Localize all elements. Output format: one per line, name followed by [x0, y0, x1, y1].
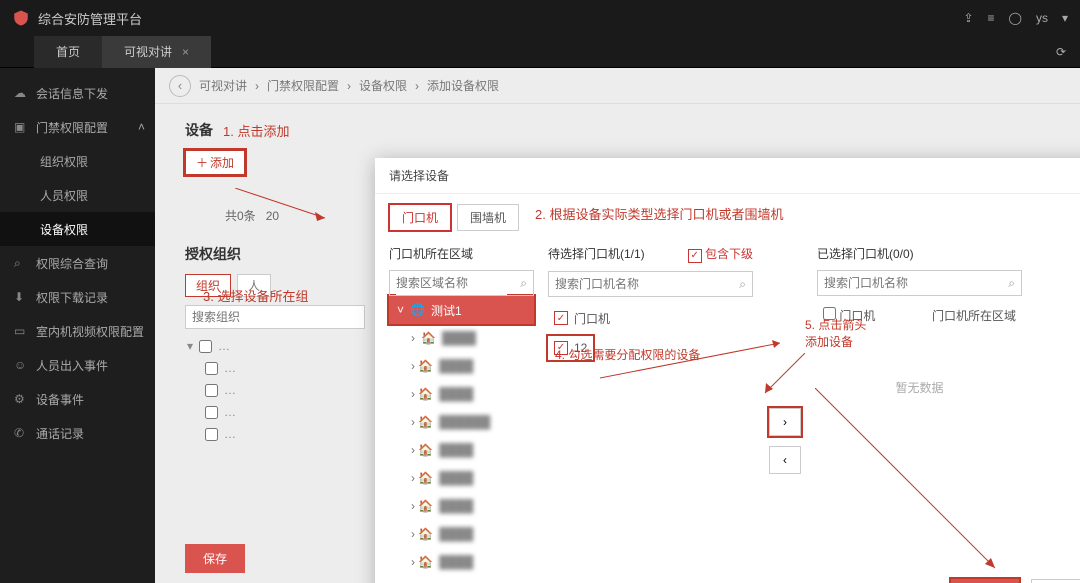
region-child[interactable]: › 🏠 ████: [389, 548, 534, 576]
device-tab-wall[interactable]: 围墙机: [457, 204, 519, 231]
dialog-save-button[interactable]: 保存: [951, 579, 1019, 583]
app-title: 综合安防管理平台: [38, 9, 142, 28]
pending-col-header: 门口机: [574, 310, 610, 327]
dialog-cancel-button[interactable]: 取消: [1031, 579, 1080, 583]
chevron-down-icon: ˅: [397, 303, 404, 317]
chevron-up-icon: ˄: [138, 120, 145, 134]
region-search-input[interactable]: [396, 271, 507, 295]
pending-search-input[interactable]: [555, 272, 717, 296]
search-icon: ⌕: [14, 256, 28, 270]
phone-icon: ✆: [14, 426, 28, 440]
sidebar: ☁会话信息下发 ▣门禁权限配置˄ 组织权限 人员权限 设备权限 ⌕权限综合查询 …: [0, 68, 155, 583]
sidebar-item-call-log[interactable]: ✆通话记录: [0, 416, 155, 450]
region-root-node[interactable]: ˅🌐测试1: [389, 296, 534, 324]
pending-panel: 待选择门口机(1/1) ✓ 包含下级 ⌕ ✓门口机 ✓ 12: [548, 245, 753, 576]
device-tab-door[interactable]: 门口机: [389, 204, 451, 231]
building-icon: 🏠: [421, 331, 436, 345]
region-panel-title: 门口机所在区域: [389, 245, 534, 262]
refresh-icon[interactable]: ⟳: [1056, 45, 1066, 59]
dialog-title: 请选择设备: [389, 167, 449, 184]
tab-visual-intercom[interactable]: 可视对讲 ×: [102, 36, 211, 68]
user-chevron-icon[interactable]: ▾: [1062, 11, 1068, 25]
topbar: 综合安防管理平台 ⇪ ≡ ◯ ys ▾: [0, 0, 1080, 36]
search-icon[interactable]: ⌕: [1008, 276, 1015, 291]
pending-all-checkbox[interactable]: ✓: [554, 311, 568, 325]
sidebar-item-org-perm[interactable]: 组织权限: [0, 144, 155, 178]
sidebar-item-device-perm[interactable]: 设备权限: [0, 212, 155, 246]
gear-icon: ⚙: [14, 392, 28, 406]
sidebar-item-indoor-video[interactable]: ▭室内机视频权限配置: [0, 314, 155, 348]
region-child[interactable]: › 🏠 ████: [389, 380, 534, 408]
selected-search-input[interactable]: [824, 271, 986, 295]
sidebar-item-access-config[interactable]: ▣门禁权限配置˄: [0, 110, 155, 144]
selected-col2: 门口机所在区域: [932, 307, 1016, 324]
transfer-add-button[interactable]: ›: [769, 408, 801, 436]
sidebar-item-session[interactable]: ☁会话信息下发: [0, 76, 155, 110]
selected-all-checkbox[interactable]: [823, 307, 836, 320]
app-logo-icon: [12, 9, 30, 27]
doc-icon: ☁: [14, 86, 28, 100]
config-icon: ▣: [14, 120, 28, 134]
tab-home[interactable]: 首页: [34, 36, 102, 68]
globe-icon: 🌐: [410, 303, 425, 317]
user-name[interactable]: ys: [1036, 11, 1048, 25]
pending-item-label: 12: [574, 341, 587, 355]
pending-title: 待选择门口机(1/1): [548, 245, 645, 262]
include-sub-checkbox[interactable]: ✓: [688, 249, 702, 263]
sidebar-item-perm-query[interactable]: ⌕权限综合查询: [0, 246, 155, 280]
selected-panel: 已选择门口机(0/0) ⌕ 门口机 门口机所在区域 暂无数据: [817, 245, 1022, 576]
annotation-2: 2. 根据设备实际类型选择门口机或者围墙机: [535, 204, 783, 231]
search-icon[interactable]: ⌕: [739, 277, 746, 292]
transfer-remove-button[interactable]: ‹: [769, 446, 801, 474]
video-icon: ▭: [14, 324, 28, 338]
top-right: ⇪ ≡ ◯ ys ▾: [963, 11, 1068, 25]
selected-title: 已选择门口机(0/0): [817, 245, 1022, 262]
region-child[interactable]: › 🏠 ████: [389, 492, 534, 520]
region-child[interactable]: › 🏠 ████: [389, 436, 534, 464]
region-child[interactable]: › 🏠 ████: [389, 324, 534, 352]
person-icon: ☺: [14, 358, 28, 372]
sidebar-item-download-log[interactable]: ⬇权限下载记录: [0, 280, 155, 314]
sidebar-item-person-event[interactable]: ☺人员出入事件: [0, 348, 155, 382]
tabbar: 首页 可视对讲 × ⟳: [0, 36, 1080, 68]
menu-icon[interactable]: ≡: [988, 11, 995, 25]
empty-state: 暂无数据: [817, 379, 1022, 396]
region-child[interactable]: › 🏠 ████: [389, 352, 534, 380]
region-child[interactable]: › 🏠 ██████: [389, 408, 534, 436]
region-child[interactable]: › 🏠 ████: [389, 520, 534, 548]
user-icon[interactable]: ◯: [1009, 11, 1022, 25]
sidebar-item-person-perm[interactable]: 人员权限: [0, 178, 155, 212]
tab-close-icon[interactable]: ×: [182, 36, 189, 68]
region-panel: 门口机所在区域 ⌕ ˅🌐测试1 › 🏠 ████ › 🏠 ████ › 🏠 ██…: [389, 245, 534, 576]
main-area: ‹ 可视对讲› 门禁权限配置› 设备权限› 添加设备权限 设备 1. 点击添加 …: [155, 68, 1080, 583]
pending-item-checkbox[interactable]: ✓: [554, 341, 568, 355]
region-child[interactable]: › 🏠 ████: [389, 464, 534, 492]
sidebar-item-device-event[interactable]: ⚙设备事件: [0, 382, 155, 416]
export-icon[interactable]: ⇪: [963, 11, 973, 25]
search-icon[interactable]: ⌕: [520, 276, 527, 291]
download-icon: ⬇: [14, 290, 28, 304]
select-device-dialog: 请选择设备 × 门口机 围墙机 2. 根据设备实际类型选择门口机或者围墙机 门口…: [375, 158, 1080, 583]
